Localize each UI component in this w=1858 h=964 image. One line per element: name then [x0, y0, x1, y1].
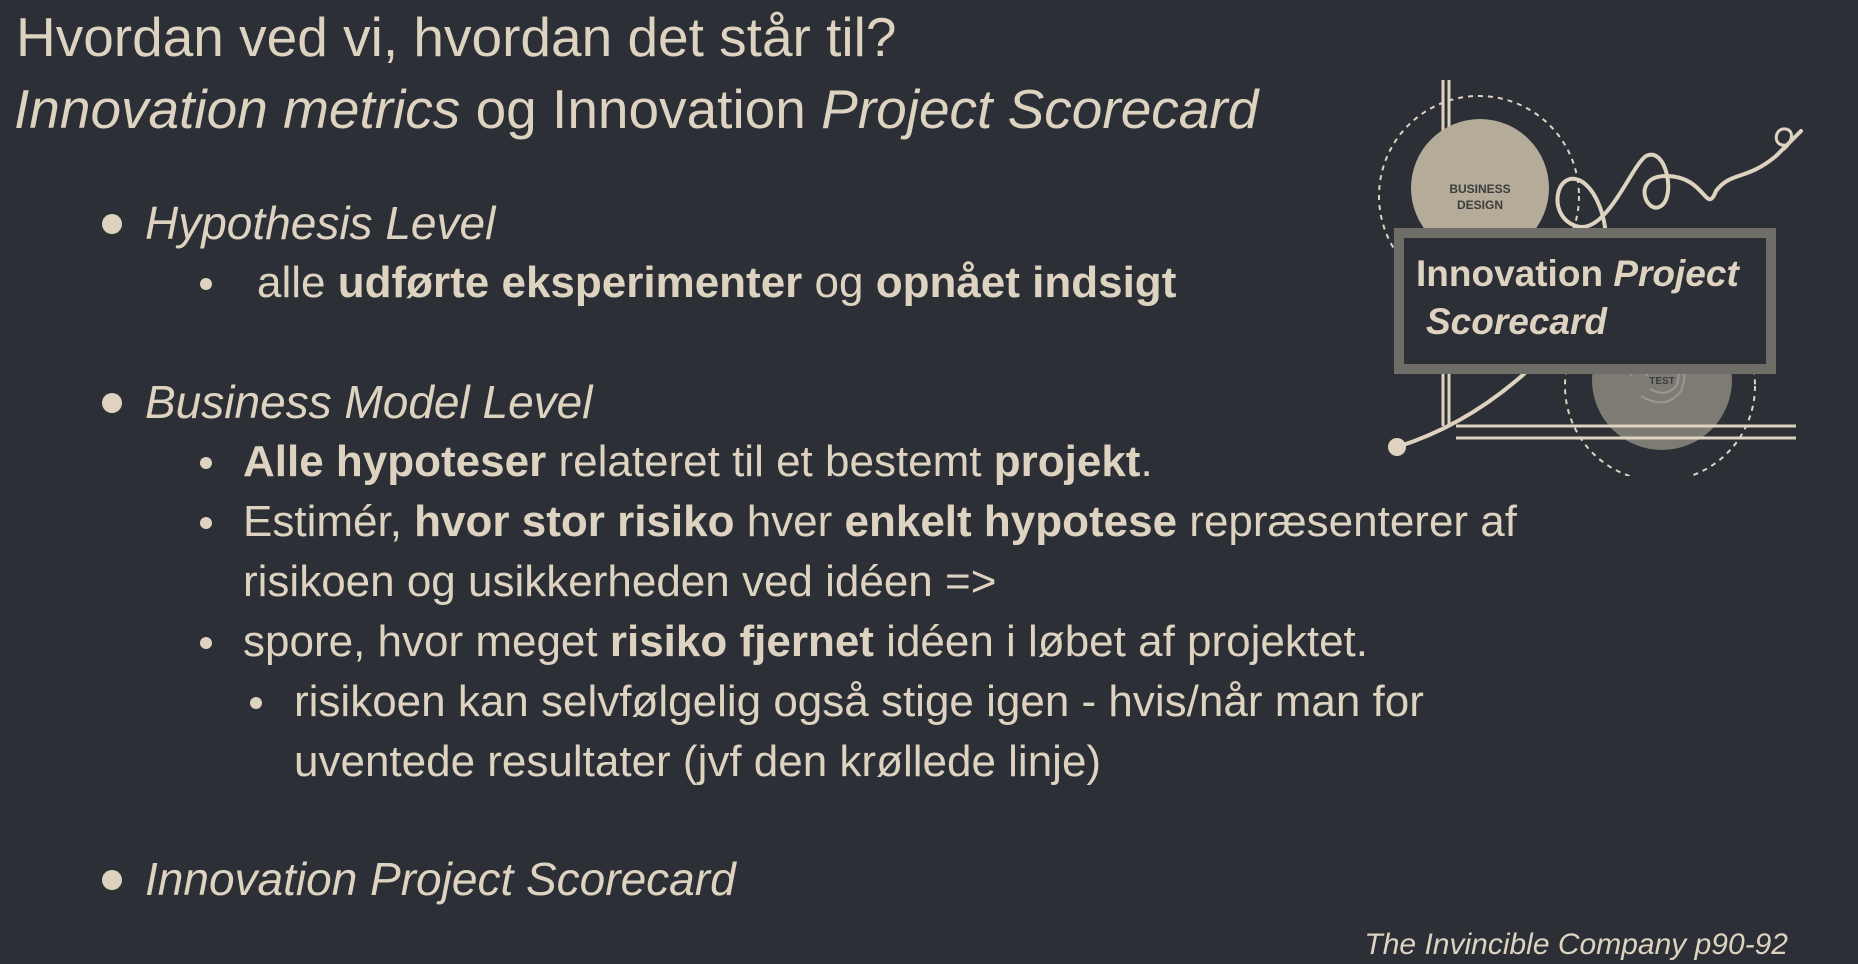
bold-text: opnået indsigt [875, 258, 1177, 307]
bullet-dot [102, 393, 122, 413]
text: idéen i løbet af projektet. [873, 617, 1369, 666]
bold-text: hvor stor risiko [414, 497, 735, 546]
slide-subtitle: Innovation metrics og Innovation Project… [14, 76, 1258, 142]
circle-label-line1: BUSINESS [1449, 182, 1510, 196]
bullet-dot [102, 870, 122, 890]
bullet-business-model-level: Business Model Level [145, 376, 593, 428]
scribble-loop [1774, 127, 1793, 153]
text: relateret til et bestemt [546, 437, 994, 486]
slide-title: Hvordan ved vi, hvordan det står til? [16, 6, 897, 68]
business-sub3: spore, hvor meget risiko fjernet idéen i… [243, 614, 1368, 670]
bullet-dot [250, 697, 262, 709]
business-sub1: Alle hypoteser relateret til et bestemt … [243, 434, 1153, 490]
bold-text: risiko fjernet [609, 617, 874, 666]
scorecard-box-line1: Innovation Project [1416, 250, 1766, 298]
test-label: TEST [1649, 376, 1675, 387]
scorecard-box-line2: Scorecard [1426, 301, 1607, 342]
text: Innovation [1416, 253, 1614, 294]
scorecard-box: Innovation Project Scorecard [1394, 228, 1776, 374]
subtitle-part-innovation-metrics: Innovation metrics [14, 78, 461, 140]
business-sub2: Estimér, hvor stor risiko hver enkelt hy… [243, 494, 1517, 550]
bullet-dot [200, 637, 212, 649]
bold-text: udførte eksperimenter [337, 258, 803, 307]
bullet-dot [200, 278, 212, 290]
bold-text: projekt [993, 437, 1141, 486]
bullet-dot [102, 214, 122, 234]
citation: The Invincible Company p90-92 [1364, 928, 1788, 961]
bullet-innovation-project-scorecard: Innovation Project Scorecard [145, 853, 736, 905]
business-sub3-child-line2: uventede resultater (jvf den krøllede li… [294, 737, 1102, 786]
subtitle-part-project-scorecard: Project Scorecard [821, 78, 1259, 140]
bullet-hypothesis-level: Hypothesis Level [145, 197, 496, 249]
text: spore, hvor meget [243, 617, 610, 666]
text: hver [734, 497, 845, 546]
bullet-dot [200, 457, 212, 469]
text: alle [257, 258, 338, 307]
business-sub3-child: risikoen kan selvfølgelig også stige ige… [294, 677, 1424, 726]
text: repræsenterer af [1177, 497, 1518, 546]
bullet-dot [200, 517, 212, 529]
subtitle-part-og-innovation: og Innovation [460, 78, 822, 140]
bold-text: enkelt hypotese [844, 497, 1178, 546]
circle-label-line2: DESIGN [1457, 198, 1503, 212]
hypothesis-sub1: alle udførte eksperimenter og opnået ind… [257, 255, 1176, 311]
business-sub2-line2: risikoen og usikkerheden ved idéen => [243, 557, 997, 606]
bold-text: Alle hypoteser [243, 437, 547, 486]
italic-text: Project [1613, 253, 1739, 294]
text: . [1140, 437, 1153, 486]
text: og [802, 258, 876, 307]
text: Estimér, [243, 497, 415, 546]
